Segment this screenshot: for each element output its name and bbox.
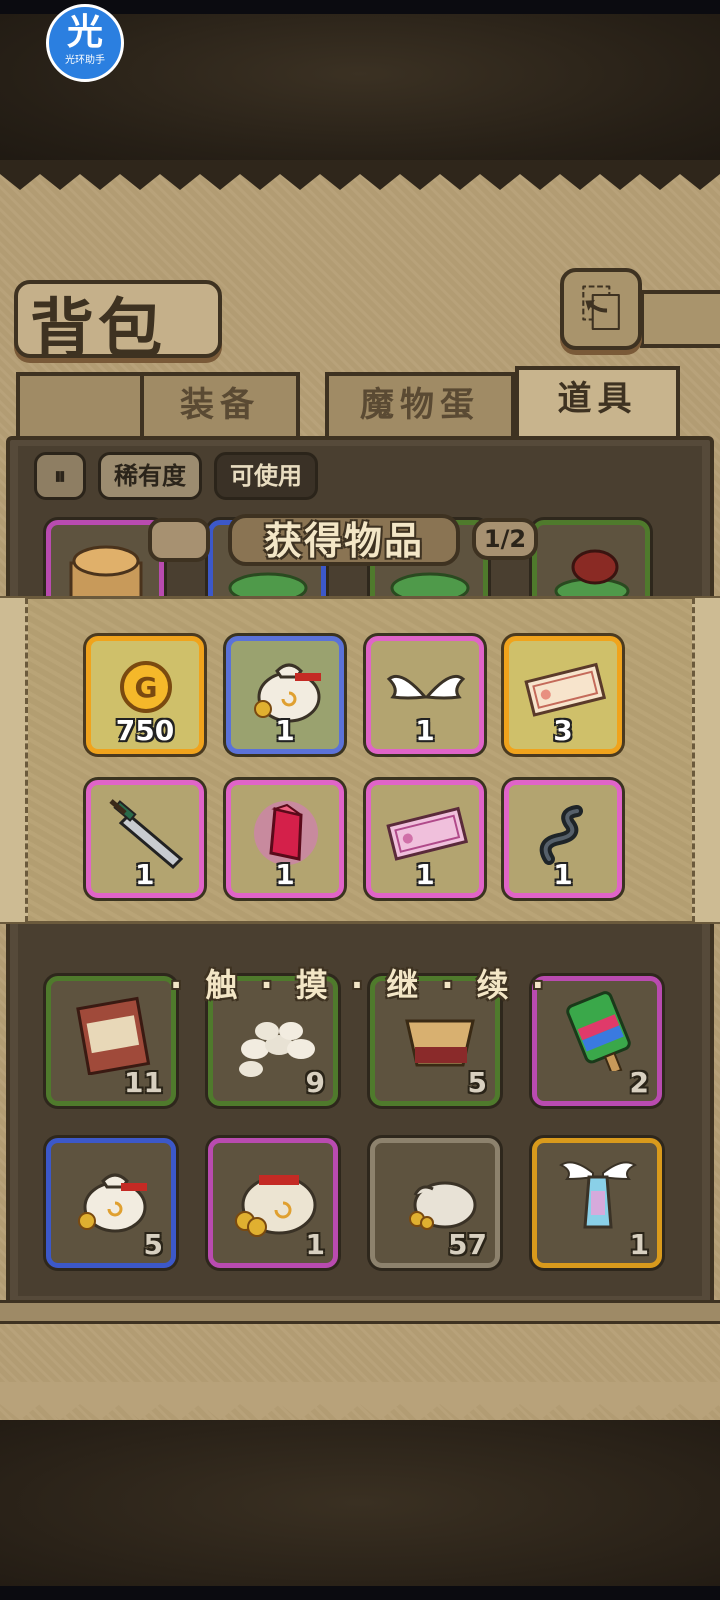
winged-lantern-icon: [559, 1161, 637, 1229]
page-title: 背包: [30, 292, 166, 367]
bottom-background: [0, 1420, 720, 1586]
page-indicator: 1/2: [472, 518, 538, 560]
popup-header-left-tab: [148, 518, 210, 562]
tab-items[interactable]: 道具: [515, 366, 680, 442]
zigzag-border-bottom: [0, 1382, 720, 1420]
back-button-rail: [640, 290, 720, 348]
zigzag-border-top: [0, 160, 720, 190]
sort-toggle-icon: ⏸: [54, 462, 66, 490]
helper-badge-label: 光环助手: [65, 55, 105, 66]
back-button[interactable]: ⎗: [560, 268, 642, 350]
inventory-item[interactable]: 1: [208, 1138, 338, 1268]
inventory-bottom-rail: [0, 1300, 720, 1324]
reward-quantity: 3: [553, 714, 573, 747]
reward-quantity: 1: [553, 858, 573, 891]
band-edge-left: [0, 598, 28, 922]
reward-quantity: 1: [415, 714, 435, 747]
popup-title: 获得物品: [263, 518, 424, 563]
reward-item: 1: [366, 636, 484, 754]
reward-quantity: 750: [115, 714, 175, 747]
item-quantity: 5: [143, 1228, 163, 1261]
reward-item: 3: [504, 636, 622, 754]
item-quantity: 57: [448, 1228, 487, 1261]
reward-item: 1: [504, 780, 622, 898]
inventory-item[interactable]: 1: [532, 1138, 662, 1268]
reward-quantity: 1: [275, 714, 295, 747]
tap-to-continue-hint[interactable]: · 触 · 摸 · 继 · 续 ·: [0, 960, 720, 1006]
item-quantity: 5: [467, 1066, 487, 1099]
return-arrow-icon: ⎗: [580, 278, 622, 338]
tab-placeholder: [16, 372, 146, 438]
reward-item: 1: [366, 780, 484, 898]
band-edge-right: [692, 598, 720, 922]
tab-monster-eggs[interactable]: 魔物蛋: [325, 372, 515, 438]
inventory-item[interactable]: 5: [46, 1138, 176, 1268]
rarity-filter-button[interactable]: 稀有度: [98, 452, 202, 500]
reward-item: 1: [86, 780, 204, 898]
helper-app-badge[interactable]: 光 光环助手: [46, 4, 124, 82]
reward-item: 1: [226, 636, 344, 754]
large-money-bag-icon: [235, 1175, 317, 1237]
item-quantity: 9: [305, 1066, 325, 1099]
helper-badge-glyph: 光: [66, 12, 103, 53]
item-quantity: 1: [305, 1228, 325, 1261]
reward-quantity: 1: [415, 858, 435, 891]
usable-filter-button[interactable]: 可使用: [214, 452, 318, 500]
reward-quantity: 1: [275, 858, 295, 891]
inventory-item[interactable]: 57: [370, 1138, 500, 1268]
reward-item: 1: [226, 780, 344, 898]
pudding-cup-icon: [405, 1019, 475, 1067]
snack-bag-icon: [76, 996, 151, 1075]
reward-item: G 750: [86, 636, 204, 754]
reward-quantity: 1: [135, 858, 155, 891]
svg-text:G: G: [135, 671, 158, 704]
tab-equipment[interactable]: 装备: [140, 372, 300, 438]
item-quantity: 11: [124, 1066, 163, 1099]
item-quantity: 1: [629, 1228, 649, 1261]
sort-toggle-button[interactable]: ⏸: [34, 452, 86, 500]
item-quantity: 2: [629, 1066, 649, 1099]
money-bag-icon: [78, 1173, 147, 1233]
navigation-bar: [0, 1586, 720, 1600]
